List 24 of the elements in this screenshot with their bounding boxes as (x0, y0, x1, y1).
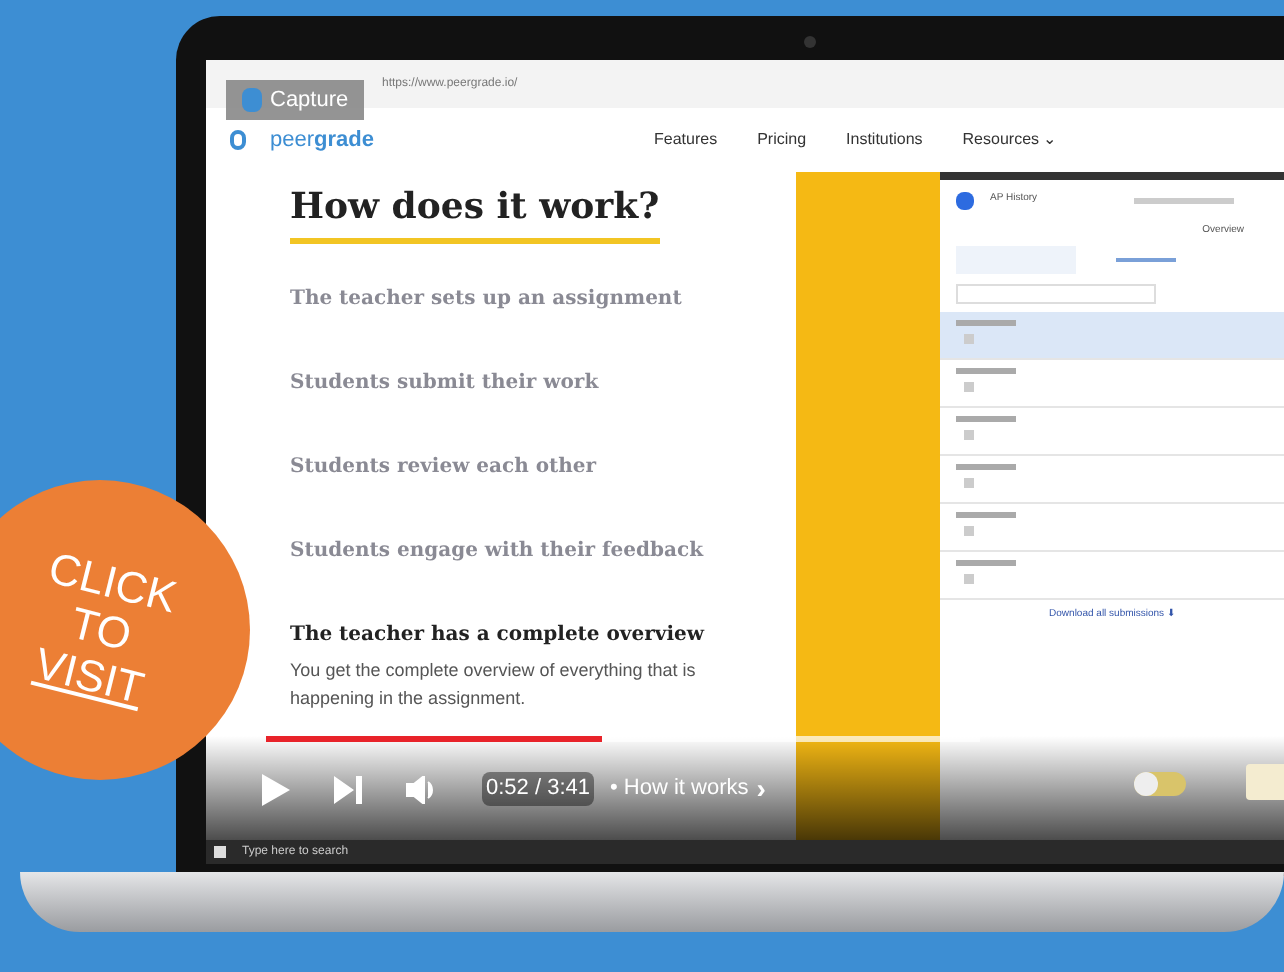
capture-logo-icon (242, 88, 262, 112)
nav-link[interactable]: Features (654, 128, 718, 152)
page-heading: How does it work? (290, 180, 660, 244)
step-item[interactable]: The teacher sets up an assignment (290, 284, 682, 314)
next-icon[interactable] (334, 775, 362, 803)
autoplay-toggle-icon[interactable] (1134, 772, 1186, 796)
site-logo[interactable]: peergrade (270, 123, 374, 157)
nav-link[interactable]: Institutions (846, 128, 923, 152)
step-item[interactable]: Students review each other (290, 452, 597, 482)
play-icon[interactable] (262, 773, 290, 805)
student-row[interactable] (940, 312, 1284, 360)
step-item[interactable]: The teacher has a complete overview (290, 620, 704, 650)
nav-link[interactable]: Pricing (757, 128, 807, 152)
app-logo-icon (956, 191, 974, 209)
step-description: You get the complete overview of everything that is happening in the assignment. (290, 658, 698, 712)
step-item[interactable]: Students engage with their feedback (290, 536, 703, 566)
volume-icon[interactable] (406, 775, 438, 803)
capture-button[interactable]: Capture (226, 80, 365, 120)
video-time: 0:52 / 3:41 (482, 772, 594, 806)
logo-icon (230, 130, 246, 150)
search-field[interactable] (956, 284, 1156, 304)
nav-link[interactable]: Resources ⌄ (962, 128, 1058, 152)
chapter-title[interactable]: • How it works › (610, 768, 766, 810)
step-item[interactable]: Students submit their work (290, 368, 599, 398)
